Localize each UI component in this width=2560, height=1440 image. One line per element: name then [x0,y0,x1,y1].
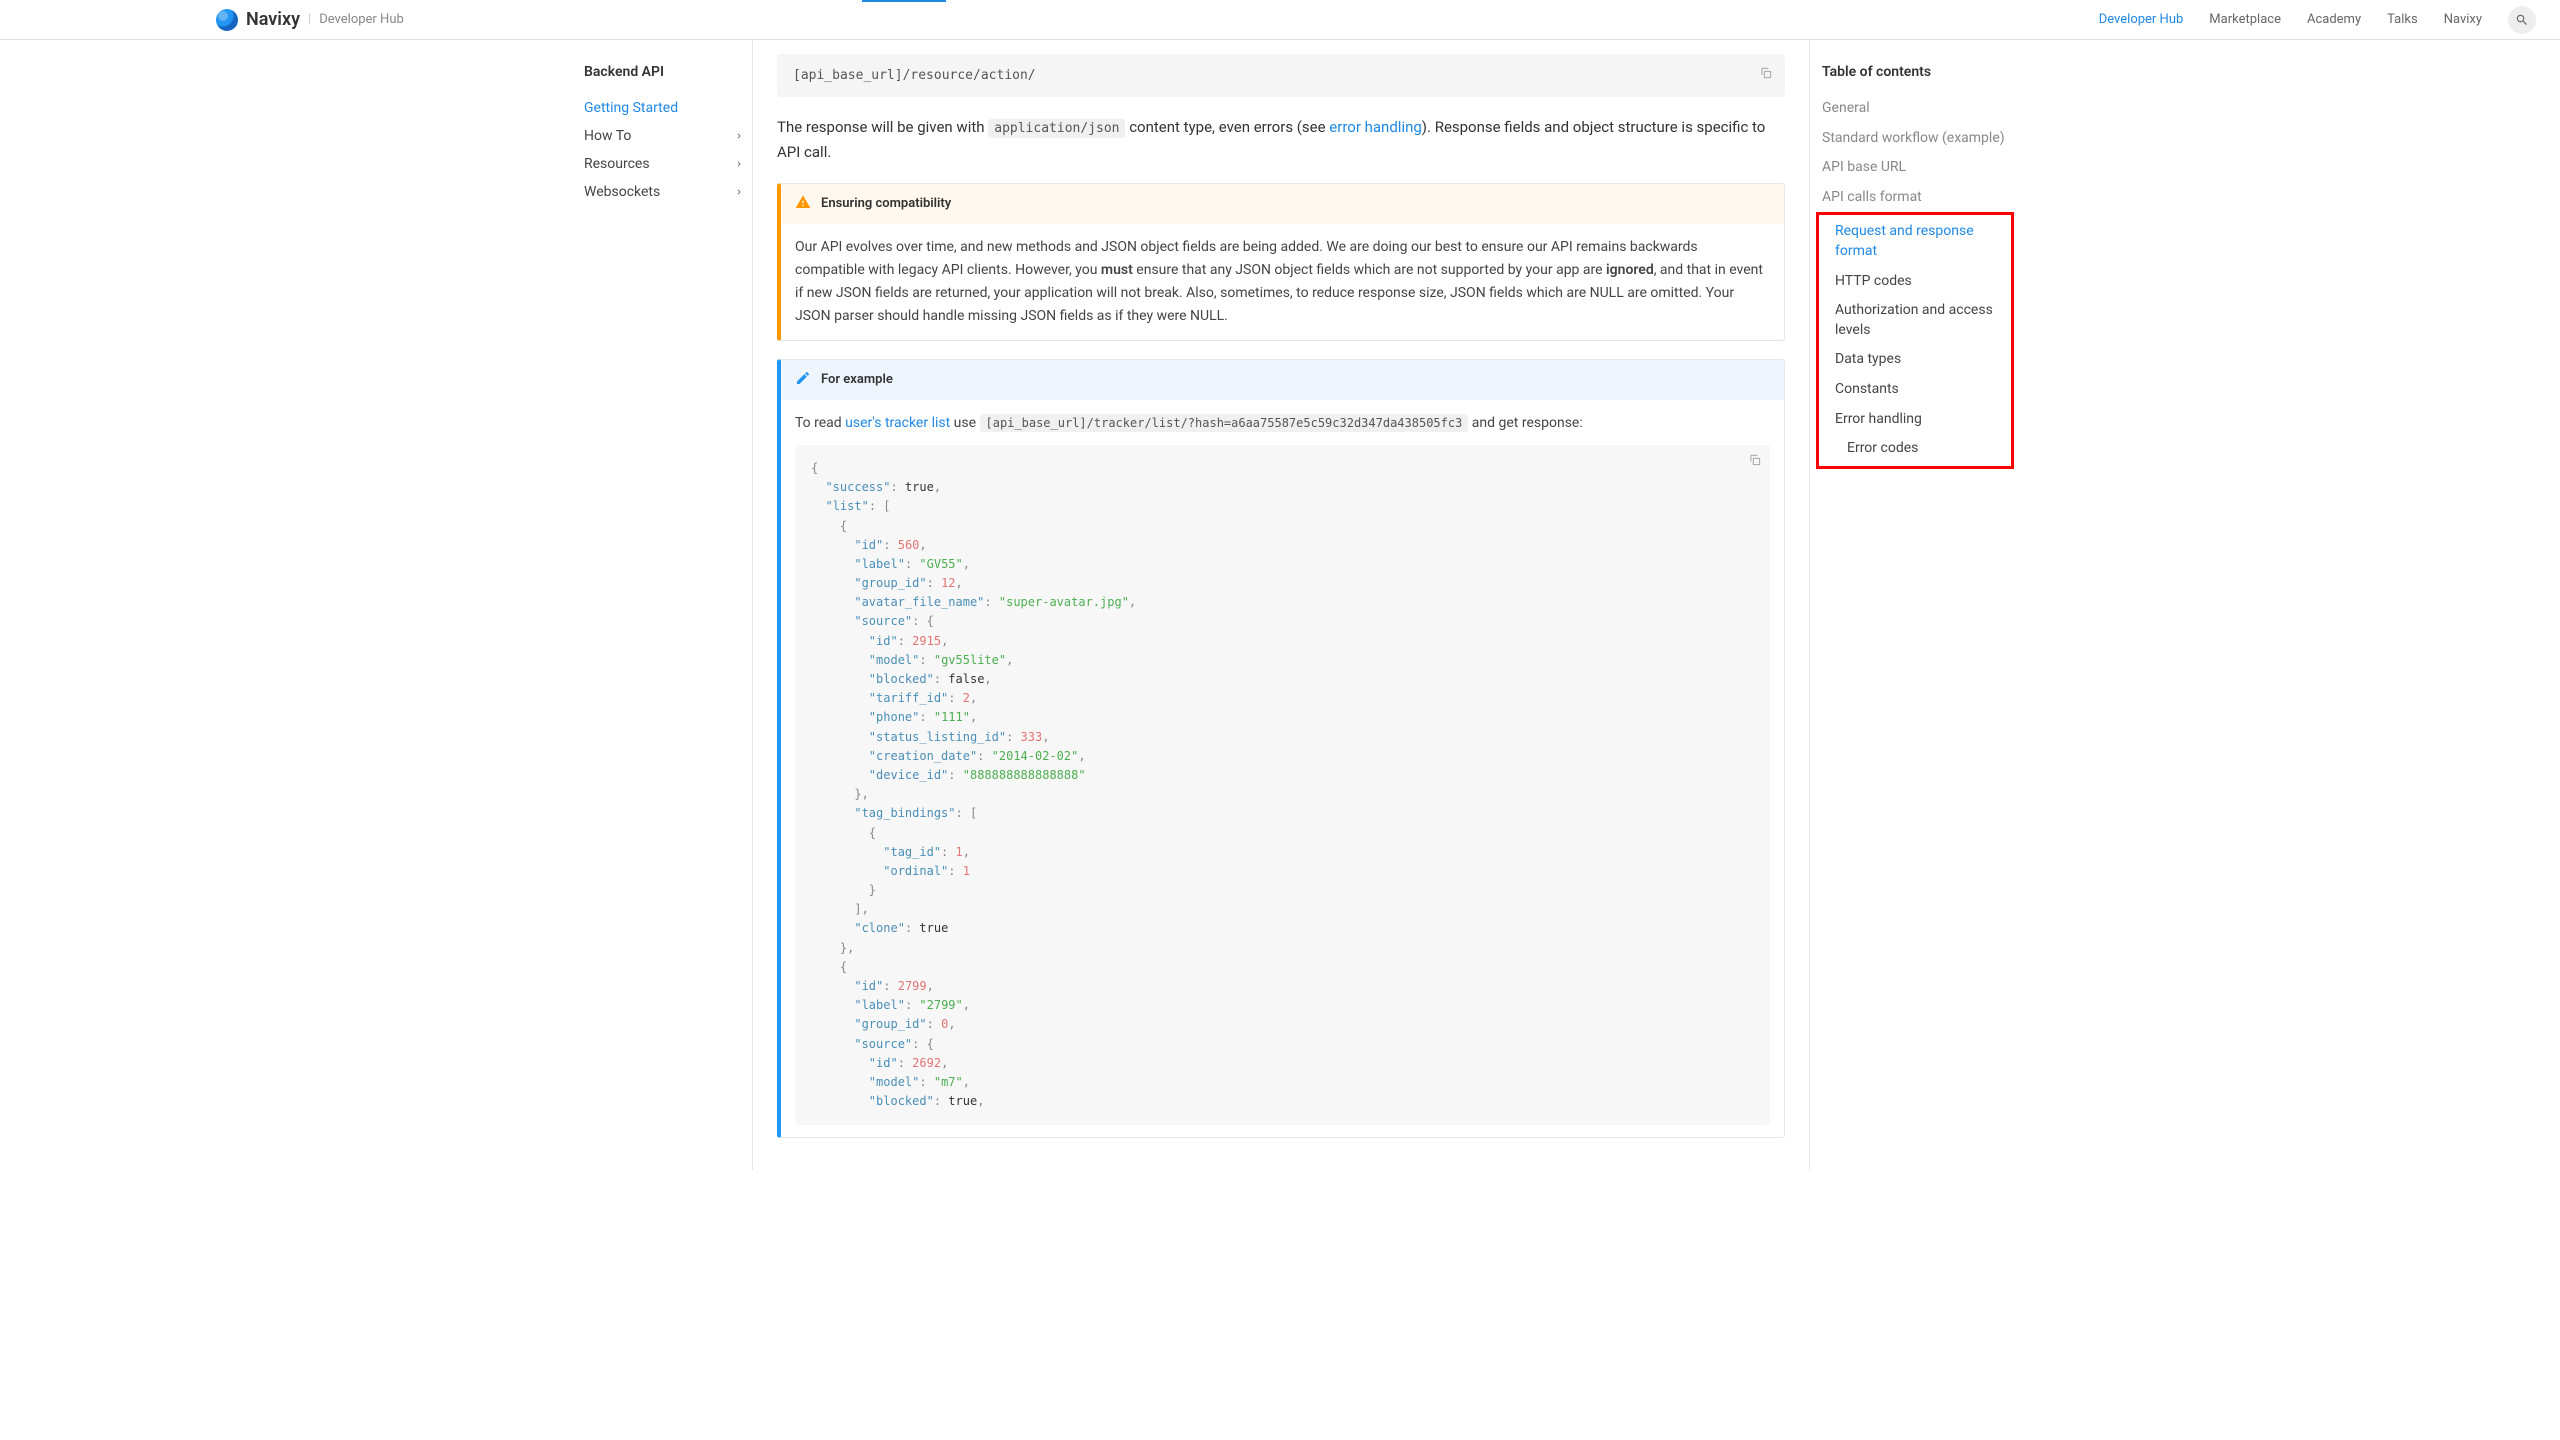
brand-text: Navixy [246,9,300,30]
chevron-right-icon [734,131,744,141]
chevron-right-icon [734,187,744,197]
copy-icon [1759,66,1773,80]
toc-item[interactable]: API calls format [1822,183,2008,213]
url-template-block: [api_base_url]/resource/action/ [777,54,1785,97]
toc-title: Table of contents [1822,64,2008,80]
nav-right: Developer Hub Marketplace Academy Talks … [2099,6,2536,34]
table-of-contents: Table of contents GeneralStandard workfl… [1810,40,2008,1170]
example-title: For example [821,372,893,387]
example-body: To read user's tracker list use [api_bas… [781,400,1784,1137]
toc-item[interactable]: General [1822,94,2008,124]
sidebar-item-label: Getting Started [584,100,678,116]
brand-sep: | [308,12,311,27]
toc-item[interactable]: Error handling [1823,405,2007,435]
nav-link-marketplace[interactable]: Marketplace [2209,12,2281,27]
chevron-right-icon [734,159,744,169]
active-tab-indicator [862,0,946,2]
search-button[interactable] [2508,6,2536,34]
example-head: For example [781,360,1784,400]
toc-highlight-box: Request and response formatHTTP codesAut… [1816,212,2014,468]
toc-item[interactable]: Error codes [1823,434,2007,464]
toc-item[interactable]: Data types [1823,345,2007,375]
search-icon [2515,13,2529,27]
example-url-code: [api_base_url]/tracker/list/?hash=a6aa75… [980,414,1469,432]
sidebar-item-resources[interactable]: Resources [584,150,752,178]
toc-item[interactable]: Standard workflow (example) [1822,124,2008,154]
warning-body: Our API evolves over time, and new metho… [781,224,1784,340]
example-admonition: For example To read user's tracker list … [777,359,1785,1138]
sidebar-item-getting-started[interactable]: Getting Started [584,94,752,122]
main-content: [api_base_url]/resource/action/ The resp… [752,40,1810,1170]
warning-icon [795,194,811,214]
sidebar-item-how-to[interactable]: How To [584,122,752,150]
copy-button[interactable] [1759,66,1773,80]
json-response-block: { "success": true, "list": [ { "id": 560… [795,445,1770,1125]
sidebar-item-label: How To [584,128,631,144]
nav-link-talks[interactable]: Talks [2387,12,2418,27]
toc-item[interactable]: HTTP codes [1823,267,2007,297]
warning-head: Ensuring compatibility [781,184,1784,224]
toc-item[interactable]: Constants [1823,375,2007,405]
nav-link-navixy[interactable]: Navixy [2444,12,2482,27]
warning-admonition: Ensuring compatibility Our API evolves o… [777,183,1785,341]
copy-icon [1748,453,1762,467]
logo-icon [216,9,238,31]
nav-link-developer-hub[interactable]: Developer Hub [2099,12,2184,27]
warning-title: Ensuring compatibility [821,196,951,211]
copy-button[interactable] [1748,453,1762,467]
toc-item[interactable]: Authorization and access levels [1823,296,2007,345]
sidebar-item-websockets[interactable]: Websockets [584,178,752,206]
content-type-code: application/json [988,119,1125,138]
header: Navixy | Developer Hub Developer Hub Mar… [0,0,2560,40]
response-paragraph: The response will be given with applicat… [777,115,1785,165]
toc-item[interactable]: Request and response format [1823,217,2007,266]
sidebar: Backend API Getting Started How To Resourc… [552,40,752,1170]
toc-item[interactable]: API base URL [1822,153,2008,183]
tracker-list-link[interactable]: user's tracker list [845,415,950,431]
brand-sub: Developer Hub [319,12,404,27]
sidebar-item-label: Resources [584,156,650,172]
url-template-text: [api_base_url]/resource/action/ [793,68,1036,83]
pencil-icon [795,370,811,390]
sidebar-title: Backend API [584,64,752,80]
layout: Backend API Getting Started How To Resourc… [552,40,2008,1170]
nav-link-academy[interactable]: Academy [2307,12,2361,27]
logo-area[interactable]: Navixy | Developer Hub [216,9,404,31]
error-handling-link[interactable]: error handling [1329,118,1422,136]
sidebar-item-label: Websockets [584,184,660,200]
